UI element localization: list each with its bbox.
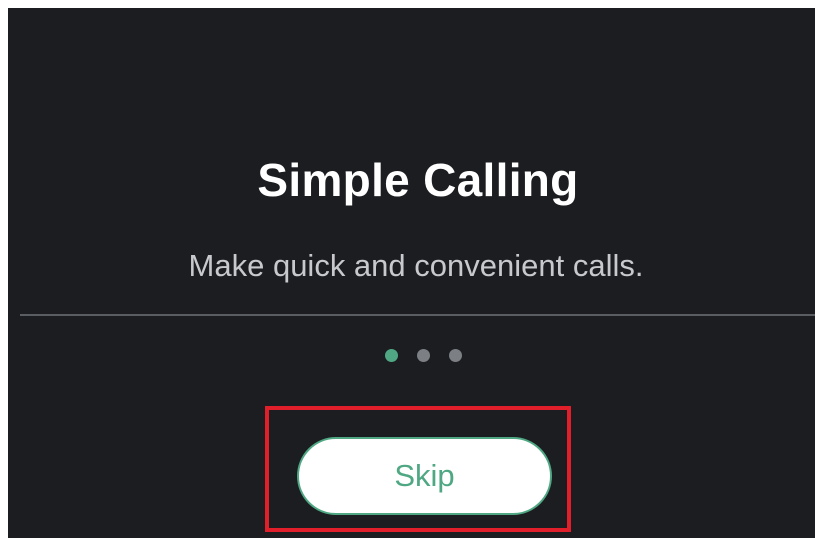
onboarding-subtitle: Make quick and convenient calls.: [188, 248, 644, 283]
page-dot[interactable]: [449, 349, 462, 362]
page-dot[interactable]: [417, 349, 430, 362]
page-dot-active[interactable]: [385, 349, 398, 362]
onboarding-screen: Simple Calling Make quick and convenient…: [8, 8, 815, 538]
skip-button[interactable]: Skip: [297, 437, 552, 515]
onboarding-title: Simple Calling: [257, 154, 579, 206]
page-indicator: [385, 349, 462, 363]
divider: [20, 314, 815, 316]
